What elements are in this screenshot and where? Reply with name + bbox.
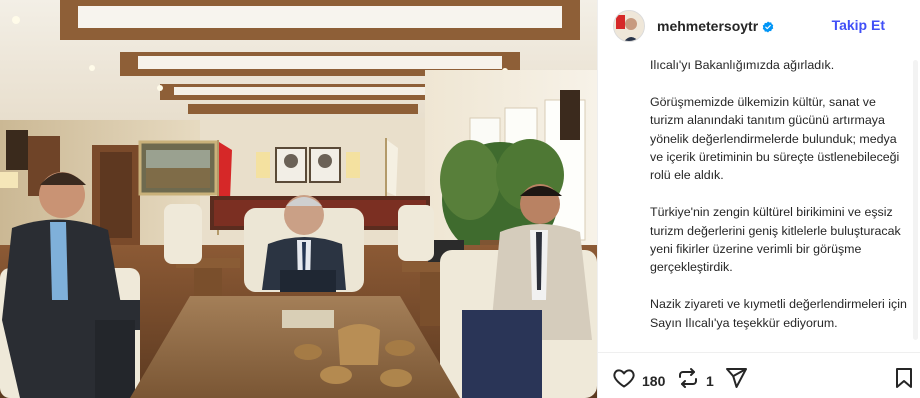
post-side-panel: mehmetersoytr Takip Et Ilıcalı'yı Bakanl… <box>597 0 920 398</box>
caption-paragraph: Türkiye'nin zengin kültürel birikimini v… <box>650 205 901 275</box>
post-caption: Ilıcalı'yı Bakanlığımızda ağırladık. Gör… <box>650 52 912 352</box>
follow-button[interactable]: Takip Et <box>832 17 885 33</box>
meeting-photo-illustration <box>0 0 597 398</box>
username[interactable]: mehmetersoytr <box>657 18 758 34</box>
heart-icon <box>612 366 636 395</box>
repost-button[interactable]: 1 <box>676 366 714 395</box>
post-header: mehmetersoytr Takip Et <box>598 0 920 52</box>
avatar[interactable] <box>613 10 645 42</box>
caption-scrollbar[interactable] <box>913 60 918 340</box>
caption-paragraph: Görüşmemizde ülkemizin kültür, sanat ve … <box>650 94 900 183</box>
divider <box>598 352 920 353</box>
share-button[interactable] <box>724 366 748 395</box>
caption-paragraph: Ilıcalı'yı Bakanlığımızda ağırladık. <box>650 58 835 72</box>
bookmark-icon <box>892 366 916 395</box>
instagram-post: mehmetersoytr Takip Et Ilıcalı'yı Bakanl… <box>0 0 920 398</box>
repost-count[interactable]: 1 <box>706 373 714 389</box>
like-button[interactable]: 180 <box>612 366 665 395</box>
action-bar: 180 1 <box>598 366 920 396</box>
like-count[interactable]: 180 <box>642 373 665 389</box>
avatar-image <box>614 11 644 41</box>
save-button[interactable] <box>892 366 916 395</box>
repost-icon <box>676 366 700 395</box>
verified-badge-icon <box>762 20 774 33</box>
caption-paragraph: Nazik ziyareti ve kıymetli değerlendirme… <box>650 297 907 330</box>
send-icon <box>724 366 748 395</box>
post-photo[interactable] <box>0 0 597 398</box>
